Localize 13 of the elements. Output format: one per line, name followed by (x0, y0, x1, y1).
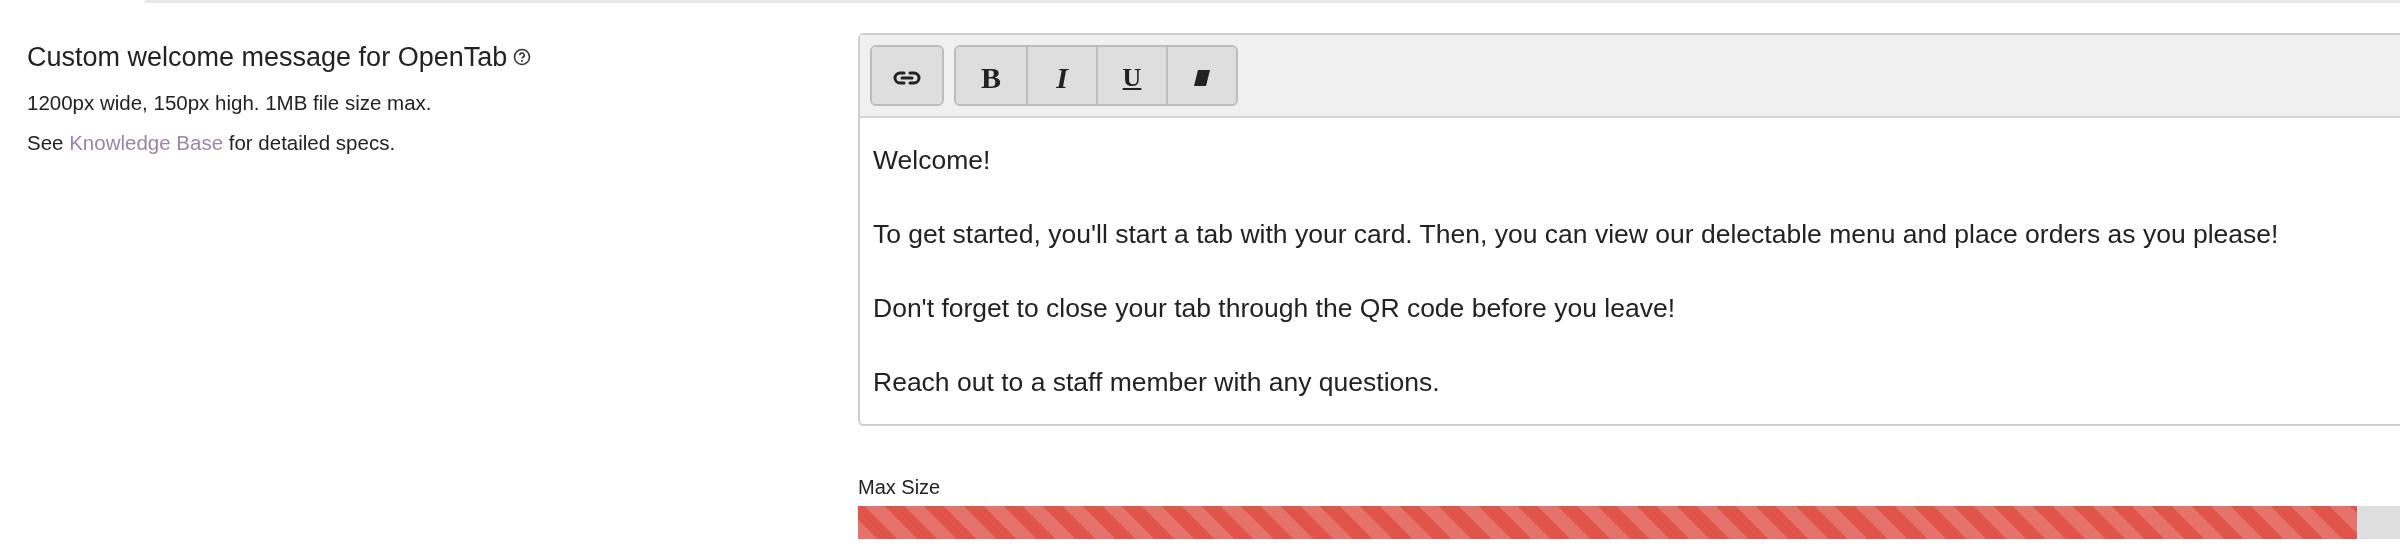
eraser-icon (1192, 68, 1212, 87)
link-icon (893, 69, 921, 86)
hint-text: 1200px wide, 150px high. 1MB file size max. (27, 89, 433, 116)
hint-text: See Knowledge Base for detailed specs. (27, 130, 397, 157)
setting-label: Custom welcome message for OpenTab (27, 41, 508, 74)
link-button[interactable] (872, 47, 942, 104)
clear-format-button[interactable] (1166, 47, 1236, 104)
editor-paragraph: Welcome! (873, 144, 992, 177)
editor-paragraph: Reach out to a staff member with any questions. (873, 366, 1441, 399)
editor-paragraph: Don't forget to close your tab through the QR code before you leave! (873, 292, 1676, 325)
meter-label: Max Size (858, 475, 942, 500)
editor-paragraph: To get started, you'll start a tab with your card. Then, you can view our delectable menu and place orders as you please! (873, 218, 2280, 251)
help-icon[interactable] (513, 48, 532, 67)
